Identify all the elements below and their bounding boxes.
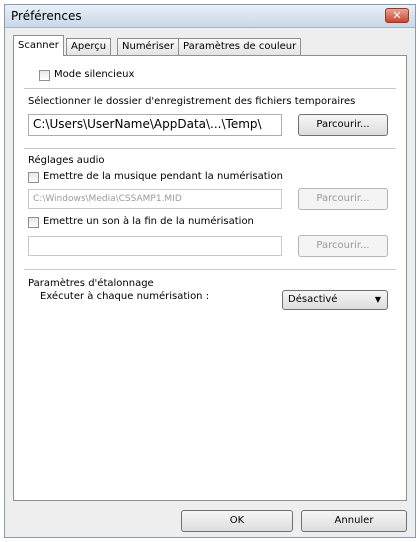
play-sound-end-label: Emettre un son à la fin de la numérisati… bbox=[43, 216, 254, 227]
silent-mode-label: Mode silencieux bbox=[54, 69, 135, 80]
cancel-button[interactable]: Annuler bbox=[301, 510, 407, 532]
browse-music-button[interactable]: Parcourir... bbox=[298, 188, 388, 210]
temp-folder-input[interactable]: C:\Users\UserName\AppData\...\Temp\ bbox=[28, 114, 282, 136]
tab-numeriser[interactable]: Numériser bbox=[117, 38, 180, 55]
divider bbox=[24, 269, 396, 270]
music-file-input[interactable]: C:\Windows\Media\CSSAMP1.MID bbox=[28, 189, 282, 209]
sound-file-input[interactable] bbox=[28, 236, 282, 256]
divider bbox=[24, 88, 396, 89]
calibration-run-label: Exécuter à chaque numérisation : bbox=[40, 291, 210, 302]
calibration-section-label: Paramètres d'étalonnage bbox=[28, 278, 154, 289]
window-title: Préférences bbox=[11, 9, 82, 23]
tab-scanner[interactable]: Scanner bbox=[13, 35, 64, 56]
tab-apercu[interactable]: Aperçu bbox=[66, 38, 112, 55]
chevron-down-icon: ▼ bbox=[374, 295, 381, 304]
audio-section-label: Réglages audio bbox=[28, 155, 105, 166]
ok-button[interactable]: OK bbox=[181, 510, 293, 532]
scanner-tab-panel: Mode silencieux Sélectionner le dossier … bbox=[13, 55, 407, 501]
close-button[interactable]: ✕ bbox=[385, 8, 409, 23]
preferences-dialog: Préférences ✕ Scanner Aperçu Numériser P… bbox=[4, 4, 416, 538]
browse-sound-button[interactable]: Parcourir... bbox=[298, 235, 388, 257]
calibration-select[interactable]: Désactivé ▼ bbox=[282, 290, 388, 310]
play-sound-end-checkbox[interactable] bbox=[28, 217, 39, 228]
calibration-select-value: Désactivé bbox=[288, 294, 338, 305]
close-icon: ✕ bbox=[392, 9, 402, 22]
title-bar: Préférences ✕ bbox=[5, 5, 415, 28]
browse-temp-folder-button[interactable]: Parcourir... bbox=[298, 114, 388, 136]
silent-mode-checkbox[interactable] bbox=[39, 70, 50, 81]
divider bbox=[24, 148, 396, 149]
play-music-checkbox[interactable] bbox=[28, 172, 39, 183]
play-music-label: Emettre de la musique pendant la numéris… bbox=[43, 171, 283, 182]
temp-folder-label: Sélectionner le dossier d'enregistrement… bbox=[28, 96, 356, 107]
tab-parametres-couleur[interactable]: Paramètres de couleur bbox=[178, 38, 302, 55]
